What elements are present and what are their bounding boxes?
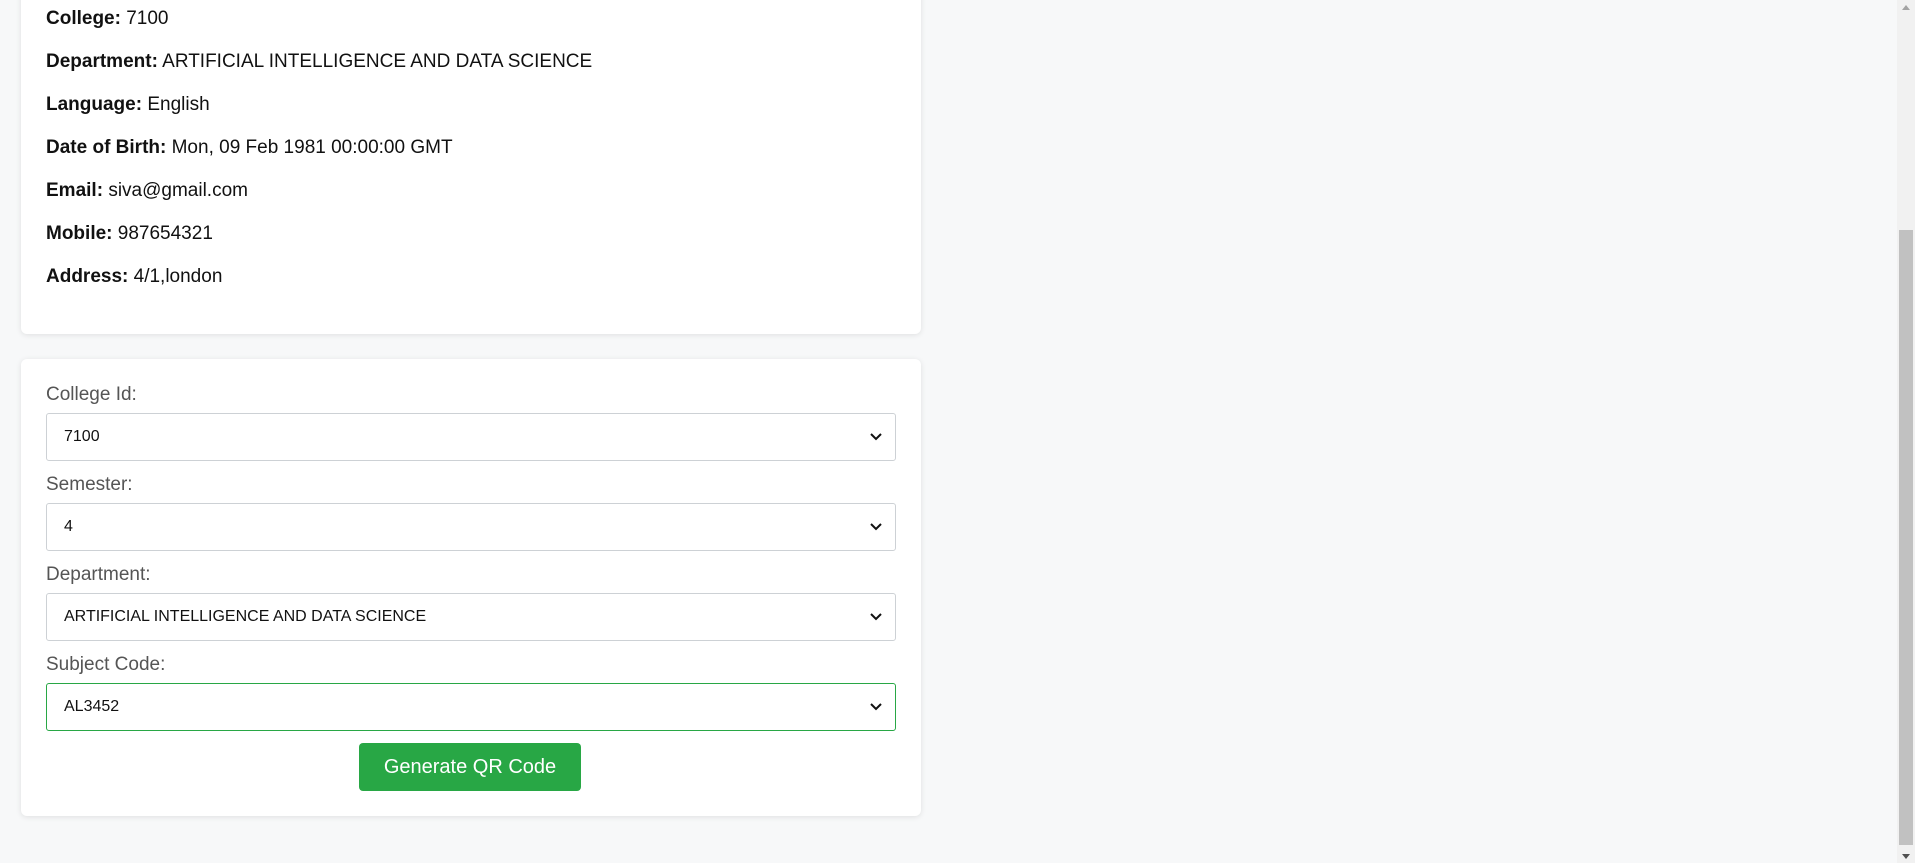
subject-code-label: Subject Code: — [46, 654, 166, 675]
detail-college: College: 7100 — [46, 7, 169, 31]
detail-date-of-birth: Date of Birth: Mon, 09 Feb 1981 00:00:00… — [46, 136, 453, 160]
qr-form-card: College Id: 7100 Semester: 4 Department:… — [21, 359, 921, 816]
detail-value: 4/1,london — [133, 266, 223, 287]
semester-select[interactable]: 4 — [46, 503, 896, 551]
detail-value: ARTIFICIAL INTELLIGENCE AND DATA SCIENCE — [162, 51, 593, 72]
detail-department: Department: ARTIFICIAL INTELLIGENCE AND … — [46, 50, 592, 74]
detail-value: Mon, 09 Feb 1981 00:00:00 GMT — [171, 137, 453, 158]
vertical-scrollbar[interactable] — [1897, 0, 1915, 863]
college-id-label: College Id: — [46, 384, 137, 405]
page: College: 7100 Department: ARTIFICIAL INT… — [0, 0, 1915, 863]
chevron-down-icon — [869, 684, 883, 730]
semester-label: Semester: — [46, 474, 133, 495]
detail-key: Mobile: — [46, 223, 113, 244]
detail-value: 7100 — [126, 8, 169, 29]
chevron-down-icon — [869, 594, 883, 640]
detail-key: Department: — [46, 51, 158, 72]
semester-value: 4 — [64, 518, 73, 535]
department-label: Department: — [46, 564, 151, 585]
department-value: ARTIFICIAL INTELLIGENCE AND DATA SCIENCE — [64, 608, 427, 625]
subject-code-value: AL3452 — [64, 698, 120, 715]
scrollbar-thumb[interactable] — [1899, 230, 1913, 845]
chevron-down-icon — [869, 504, 883, 550]
detail-value: English — [147, 94, 210, 115]
department-select[interactable]: ARTIFICIAL INTELLIGENCE AND DATA SCIENCE — [46, 593, 896, 641]
student-details-card: College: 7100 Department: ARTIFICIAL INT… — [21, 0, 921, 334]
college-id-value: 7100 — [64, 428, 100, 445]
detail-mobile: Mobile: 987654321 — [46, 222, 213, 246]
detail-value: 987654321 — [117, 223, 213, 244]
detail-value: siva@gmail.com — [108, 180, 248, 201]
detail-key: Address: — [46, 266, 129, 287]
detail-key: Language: — [46, 94, 143, 115]
detail-language: Language: English — [46, 93, 210, 117]
generate-qr-code-button[interactable]: Generate QR Code — [359, 743, 581, 791]
scroll-up-arrow-icon[interactable] — [1897, 0, 1915, 14]
detail-key: Date of Birth: — [46, 137, 167, 158]
college-id-select[interactable]: 7100 — [46, 413, 896, 461]
chevron-down-icon — [869, 414, 883, 460]
scroll-down-arrow-icon[interactable] — [1897, 849, 1915, 863]
detail-key: College: — [46, 8, 121, 29]
detail-address: Address: 4/1,london — [46, 265, 222, 289]
detail-email: Email: siva@gmail.com — [46, 179, 248, 203]
subject-code-select[interactable]: AL3452 — [46, 683, 896, 731]
detail-key: Email: — [46, 180, 104, 201]
